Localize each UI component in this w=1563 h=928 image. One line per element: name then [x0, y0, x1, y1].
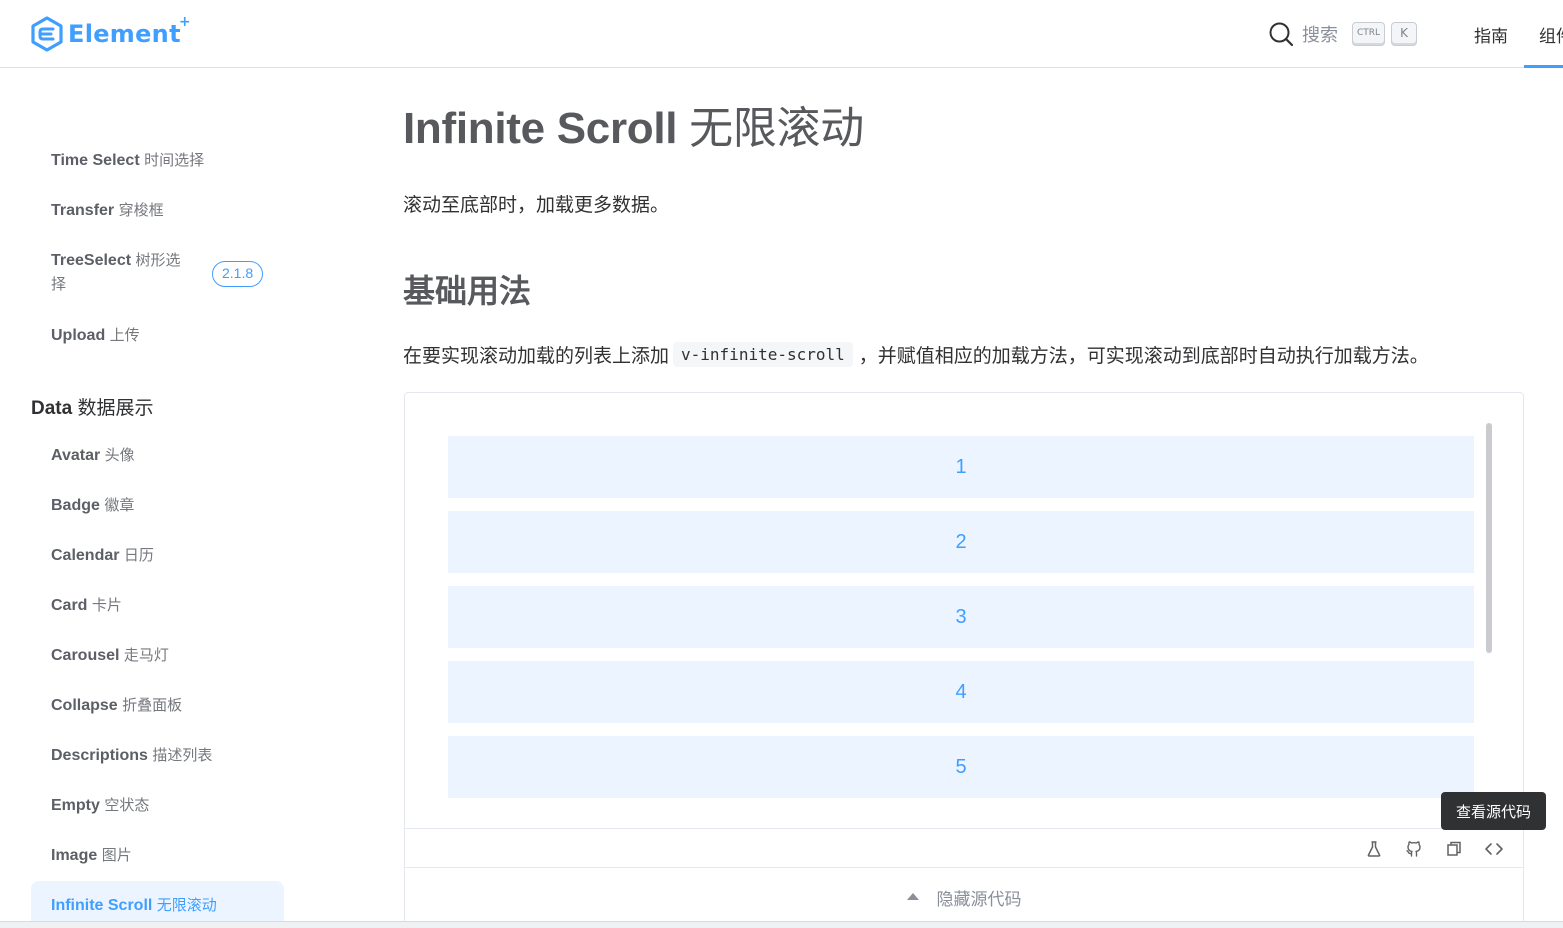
search-label: 搜索	[1302, 25, 1338, 45]
kbd-k: K	[1391, 22, 1418, 46]
element-logo-icon	[31, 16, 63, 52]
page-title: Infinite Scroll 无限滚动	[403, 104, 864, 153]
sidebar-item-badge[interactable]: Badge 徽章	[51, 494, 134, 518]
sidebar-item-calendar[interactable]: Calendar 日历	[51, 544, 154, 568]
logo-text: Element +	[68, 14, 191, 48]
sidebar-item-image[interactable]: Image 图片	[51, 844, 132, 868]
list-item: 3	[448, 586, 1474, 648]
sidebar-item-transfer[interactable]: Transfer 穿梭框	[51, 199, 164, 223]
search-icon	[1269, 22, 1294, 47]
code-icon	[1485, 843, 1503, 855]
section-description: 在要实现滚动加载的列表上添加 v-infinite-scroll ，并赋值相应的…	[403, 341, 1429, 368]
sidebar-item-avatar[interactable]: Avatar 头像	[51, 444, 135, 468]
copy-icon	[1447, 841, 1461, 856]
inline-code: v-infinite-scroll	[673, 342, 853, 367]
sidebar-item-empty[interactable]: Empty 空状态	[51, 794, 149, 818]
section-title: 基础用法	[403, 273, 532, 309]
nav-active-indicator	[1524, 65, 1563, 68]
element-plus-logo[interactable]: Element +	[30, 14, 191, 53]
sidebar-item-carousel[interactable]: Carousel 走马灯	[51, 644, 169, 668]
page-description: 滚动至底部时，加载更多数据。	[403, 195, 670, 216]
scrollbar-thumb[interactable]	[1486, 423, 1492, 653]
hide-source-button[interactable]: 隐藏源代码	[405, 869, 1523, 925]
bottom-edge	[0, 921, 1563, 928]
copy-code-button[interactable]	[1443, 838, 1465, 860]
sidebar-item-upload[interactable]: Upload 上传	[51, 324, 140, 348]
sidebar-group-data: Data 数据展示	[31, 398, 154, 419]
sidebar-item-collapse[interactable]: Collapse 折叠面板	[51, 694, 182, 718]
nav-guide[interactable]: 指南	[1474, 22, 1508, 47]
list-item: 2	[448, 511, 1474, 573]
list-item: 5	[448, 736, 1474, 798]
infinite-scroll-list[interactable]: 1 2 3 4 5	[405, 393, 1523, 829]
top-navbar: Element+ 搜索 CTRL K 指南 组件	[0, 0, 1563, 68]
sidebar-item-descriptions[interactable]: Descriptions 描述列表	[51, 744, 212, 768]
github-button[interactable]	[1403, 838, 1425, 860]
view-source-button[interactable]	[1483, 838, 1505, 860]
demo-block: 1 2 3 4 5 隐藏源代码	[404, 392, 1524, 928]
sidebar-item-time-select[interactable]: Time Select 时间选择	[51, 149, 204, 173]
nav-component[interactable]: 组件	[1539, 22, 1563, 47]
playground-button[interactable]	[1363, 838, 1385, 860]
list-item: 1	[448, 436, 1474, 498]
sidebar: Time Select 时间选择 Transfer 穿梭框 TreeSelect…	[0, 69, 300, 928]
sidebar-item-infinite-scroll[interactable]: Infinite Scroll 无限滚动	[51, 894, 217, 918]
view-source-tooltip: 查看源代码	[1441, 792, 1546, 830]
sidebar-item-card[interactable]: Card 卡片	[51, 594, 122, 618]
caret-up-icon	[906, 892, 919, 900]
demo-toolbar	[405, 830, 1523, 868]
github-icon	[1406, 841, 1421, 857]
version-badge: 2.1.8	[212, 261, 264, 287]
flask-icon	[1367, 841, 1381, 857]
kbd-ctrl: CTRL	[1352, 22, 1386, 46]
search-button[interactable]: 搜索 CTRL K	[1268, 20, 1418, 48]
sidebar-item-treeselect[interactable]: TreeSelect 树形选 择	[51, 249, 201, 297]
list-item: 4	[448, 661, 1474, 723]
